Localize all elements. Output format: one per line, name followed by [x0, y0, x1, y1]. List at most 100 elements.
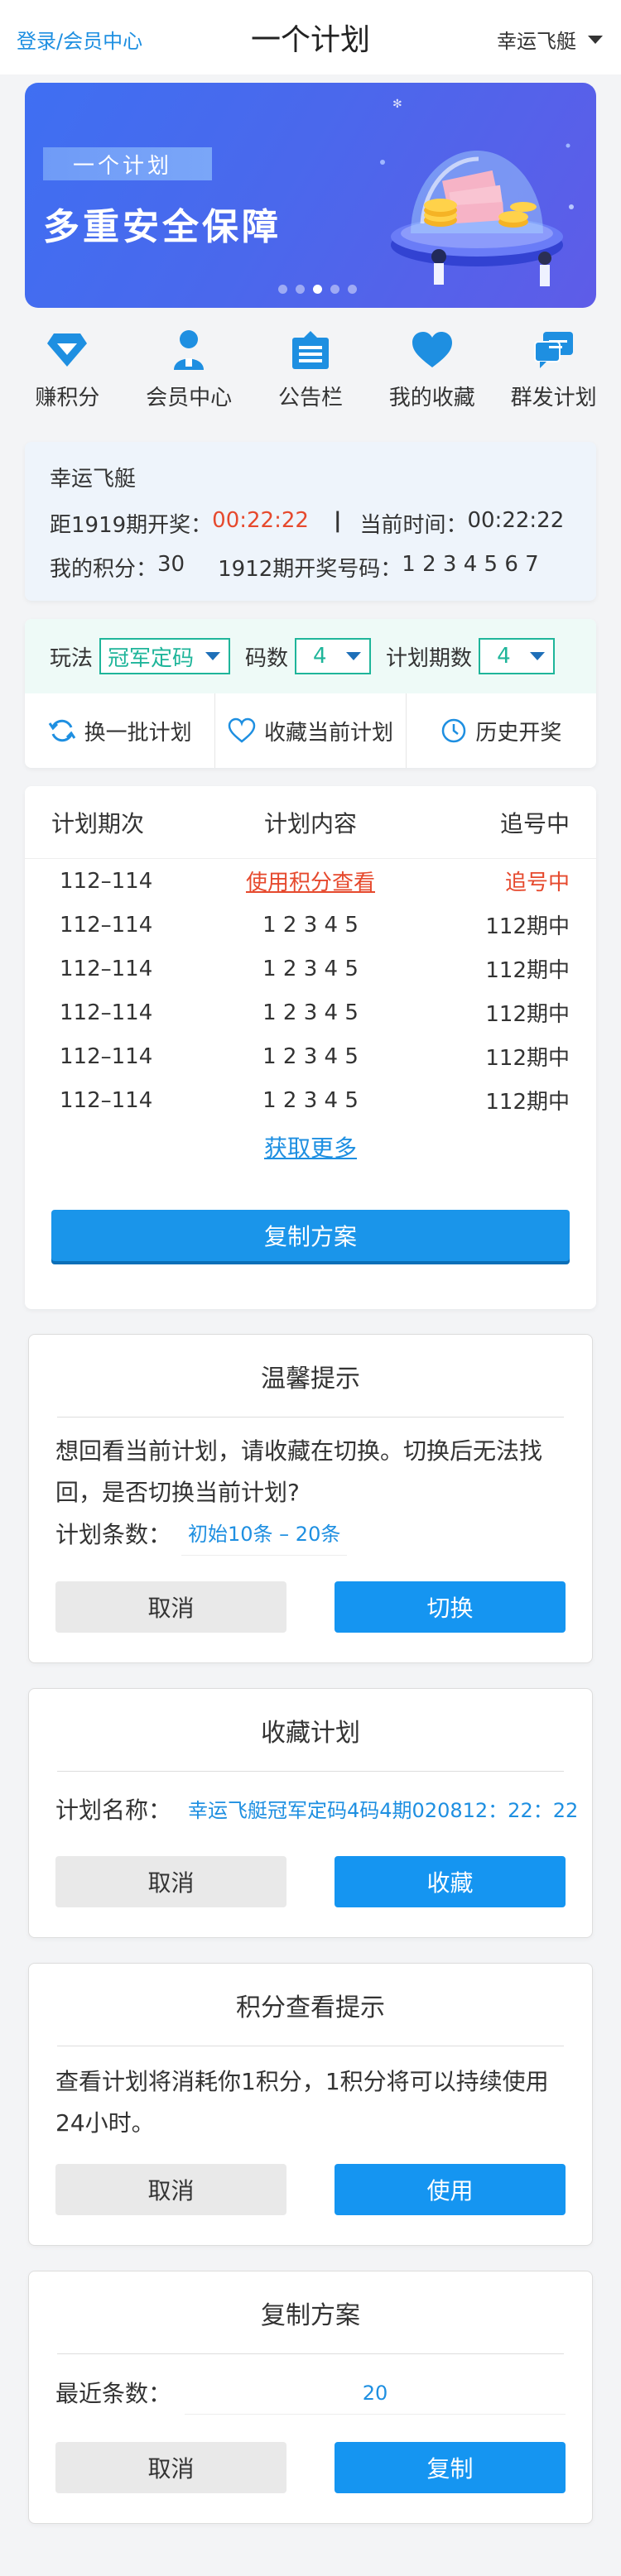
cancel-button[interactable]: 取消 — [55, 2164, 286, 2215]
table-row: 112–114 1 2 3 4 5 112期中 — [25, 1078, 596, 1122]
cell-status: 112期中 — [485, 1002, 570, 1027]
use-points-button[interactable]: 使用 — [335, 2164, 566, 2215]
promo-banner[interactable]: ✻ 一个计划 多重安全保障 — [25, 83, 596, 308]
favorite-plan-button[interactable]: 收藏当前计划 — [215, 693, 407, 768]
points-row: 我的积分： 30 1912期开奖号码： 1 2 3 4 5 6 7 — [50, 552, 571, 583]
code-count-select[interactable]: 4 — [295, 638, 372, 674]
dialog-title: 温馨提示 — [57, 1335, 564, 1418]
copy-button[interactable]: 复制 — [335, 2442, 566, 2493]
nav-label: 会员中心 — [146, 386, 233, 410]
cell-period: 112–114 — [60, 956, 153, 981]
dialog-title: 复制方案 — [57, 2271, 564, 2354]
play-select[interactable]: 冠军定码 — [99, 638, 231, 674]
security-dome-illustration: ✻ — [380, 98, 574, 286]
header-content: 计划内容 — [263, 809, 357, 837]
lottery-info-panel: 幸运飞艇 距1919期开奖： 00:22:22 | 当前时间： 00:22:22… — [25, 442, 596, 601]
plan-count-value[interactable]: 初始10条 – 20条 — [181, 1513, 348, 1556]
heart-icon — [411, 326, 454, 374]
refresh-plan-button[interactable]: 换一批计划 — [25, 693, 216, 768]
login-member-link[interactable]: 登录/会员中心 — [17, 25, 142, 54]
periods-select[interactable]: 4 — [479, 638, 556, 674]
cell-content: 1 2 3 4 5 — [262, 956, 359, 981]
cell-period: 112–114 — [60, 1043, 153, 1069]
banner-dot[interactable] — [278, 285, 287, 294]
chevron-down-icon — [530, 652, 546, 660]
game-selector[interactable]: 幸运飞艇 — [497, 25, 603, 54]
cell-status: 追号中 — [504, 871, 570, 895]
dialog-title: 积分查看提示 — [57, 1964, 564, 2046]
dialog-message: 查看计划将消耗你1积分，1积分将可以持续使用24小时。 — [55, 2068, 549, 2137]
cell-status: 112期中 — [485, 1090, 570, 1115]
favorite-plan-dialog: 收藏计划 计划名称： 幸运飞艇冠军定码4码4期020812：22：22 取消 收… — [28, 1688, 593, 1938]
nav-my-favorites[interactable]: 我的收藏 — [374, 326, 490, 424]
banner-dot-active[interactable] — [313, 285, 322, 294]
header-period: 计划期次 — [51, 809, 145, 837]
cell-content: 1 2 3 4 5 — [262, 1000, 359, 1025]
nav-label: 群发计划 — [510, 386, 597, 410]
favorite-button[interactable]: 收藏 — [335, 1856, 566, 1907]
cell-status: 112期中 — [485, 958, 570, 983]
recent-count-label: 最近条数： — [55, 2379, 172, 2407]
use-points-view-link[interactable]: 使用积分查看 — [246, 871, 375, 895]
dialog-buttons: 取消 使用 — [55, 2164, 566, 2215]
cell-content: 1 2 3 4 5 — [262, 1087, 359, 1113]
countdown-label: 距1919期开奖： — [50, 513, 213, 538]
banner-pagination — [278, 285, 357, 294]
copy-plan-button[interactable]: 复制方案 — [51, 1210, 570, 1261]
dialog-buttons: 取消 切换 — [55, 1581, 566, 1633]
banner-dot[interactable] — [296, 285, 305, 294]
chevron-down-icon — [346, 652, 362, 660]
cancel-button[interactable]: 取消 — [55, 1581, 286, 1633]
nav-member-center[interactable]: 会员中心 — [131, 326, 247, 424]
nav-earn-points[interactable]: 赚积分 — [9, 326, 125, 424]
plan-name-label: 计划名称： — [55, 1796, 172, 1824]
plan-actions: 换一批计划 收藏当前计划 历史开奖 — [25, 693, 596, 768]
last-draw-label: 1912期开奖号码： — [218, 557, 402, 582]
heart-outline-icon — [228, 717, 256, 743]
plan-name-value[interactable]: 幸运飞艇冠军定码4码4期020812：22：22 — [181, 1790, 585, 1831]
plan-table: 计划期次 计划内容 追号中 112–114 使用积分查看 追号中 112–114… — [25, 786, 596, 1309]
diamond-icon — [46, 326, 89, 374]
load-more-link[interactable]: 获取更多 — [25, 1130, 596, 1163]
code-count-value: 4 — [313, 644, 327, 669]
notice-board-icon — [291, 326, 330, 374]
switch-button[interactable]: 切换 — [335, 1581, 566, 1633]
cell-status: 112期中 — [485, 1046, 570, 1071]
points-value: 30 — [157, 552, 185, 577]
table-row: 112–114 1 2 3 4 5 112期中 — [25, 1034, 596, 1078]
plan-filters: 玩法 冠军定码 码数 4 计划期数 4 — [25, 619, 596, 693]
nav-notice-board[interactable]: 公告栏 — [253, 326, 368, 424]
dialog-buttons: 取消 复制 — [55, 2442, 566, 2493]
clock-icon — [442, 718, 466, 743]
code-count-label: 码数 — [245, 645, 289, 671]
table-row: 112–114 使用积分查看 追号中 — [25, 859, 596, 903]
play-label: 玩法 — [50, 645, 94, 671]
banner-dot[interactable] — [348, 285, 357, 294]
dialog-body: 计划名称： 幸运飞艇冠军定码4码4期020812：22：22 — [29, 1772, 592, 1831]
banner-dot[interactable] — [330, 285, 339, 294]
nav-group-send-plan[interactable]: 群发计划 — [496, 326, 612, 424]
current-time-label: 当前时间： — [359, 513, 468, 538]
recent-count-input[interactable]: 20 — [185, 2372, 566, 2415]
cell-status: 112期中 — [485, 914, 570, 939]
banner-tag: 一个计划 — [43, 147, 212, 180]
last-draw-numbers: 1 2 3 4 5 6 7 — [402, 552, 539, 577]
cell-period: 112–114 — [60, 1087, 153, 1113]
action-label: 历史开奖 — [475, 720, 562, 746]
nav-label: 我的收藏 — [388, 386, 475, 410]
cancel-button[interactable]: 取消 — [55, 1856, 286, 1907]
chat-bubble-icon — [533, 326, 575, 374]
cancel-button[interactable]: 取消 — [55, 2442, 286, 2493]
header-status: 追号中 — [499, 809, 570, 837]
plan-controls: 玩法 冠军定码 码数 4 计划期数 4 换一批计划 收藏当前计划 历史开奖 — [25, 619, 596, 768]
nav-label: 公告栏 — [277, 386, 343, 410]
game-selector-label: 幸运飞艇 — [497, 30, 576, 53]
game-name: 幸运飞艇 — [50, 467, 137, 492]
dialog-body: 最近条数： 20 — [29, 2354, 592, 2415]
plan-count-field: 计划条数： 初始10条 – 20条 — [55, 1513, 566, 1556]
periods-label: 计划期数 — [386, 645, 473, 671]
copy-plan-dialog: 复制方案 最近条数： 20 取消 复制 — [28, 2271, 593, 2524]
top-header: 登录/会员中心 一个计划 幸运飞艇 — [0, 0, 621, 74]
refresh-icon — [48, 719, 75, 742]
history-draw-button[interactable]: 历史开奖 — [407, 693, 596, 768]
